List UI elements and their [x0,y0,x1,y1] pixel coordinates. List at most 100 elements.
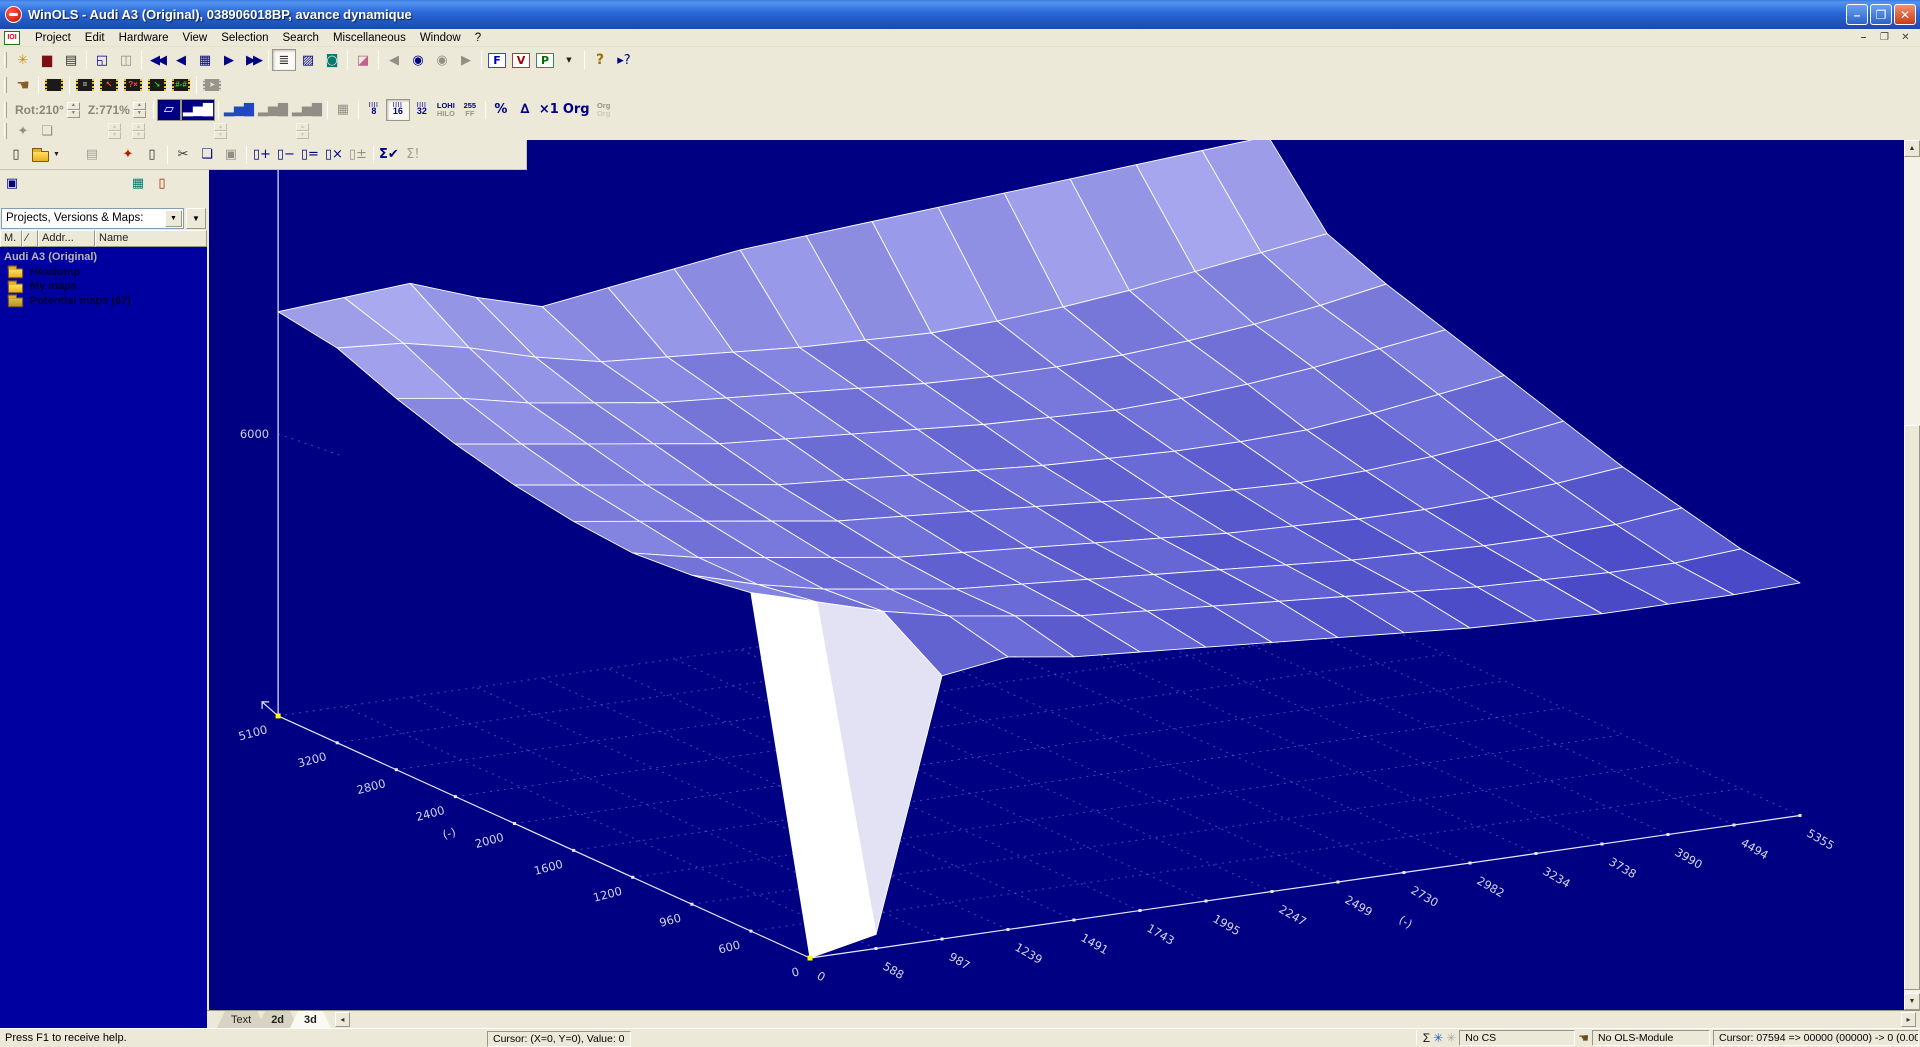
tree-item-my-maps[interactable]: My maps [0,279,207,294]
factor-view-button[interactable]: ×1 [537,99,561,121]
tab-3d[interactable]: 3d [290,1011,331,1028]
panel-options-button[interactable]: ▼ [186,208,206,229]
map-goto-button[interactable]: ➤ [200,74,224,96]
view-surface-button[interactable]: ▱ [157,99,181,121]
scrollbar-thumb[interactable] [1904,425,1920,990]
panel-selector[interactable]: Projects, Versions & Maps: ▼ [1,208,184,229]
spin-down-icon[interactable]: ▼ [67,110,80,118]
show-dropdown-button[interactable]: ▼ [557,49,581,71]
show-functions-button[interactable]: F [485,49,509,71]
original-compare-button[interactable]: OrgOrg [592,99,616,121]
map-3d-view[interactable]: 600006009601200160020002400280032005100(… [209,140,1904,1010]
menu-view[interactable]: View [175,31,214,45]
drag-map-button[interactable]: ☚ [11,74,35,96]
insert-add-button[interactable]: ▯+ [250,144,274,166]
percent-view-button[interactable]: % [489,99,513,121]
export-data-button[interactable]: ▯ [140,144,164,166]
map-compare-button[interactable]: = [73,74,97,96]
tree-item-hexdump[interactable]: Hexdump [0,265,207,280]
open-version-button[interactable]: ▼ [30,144,62,166]
toolbar-grip[interactable] [4,102,7,118]
surface-mesh[interactable] [278,140,1800,958]
depth-8-button[interactable]: ||||8 [362,99,386,121]
tab-scroll-left-icon[interactable]: ◂ [335,1012,350,1027]
mdi-restore-button[interactable]: ❐ [1876,31,1893,45]
spin-up-icon[interactable]: ▲ [133,102,146,110]
toolbar-grip[interactable] [4,123,7,139]
map-overview-button[interactable] [42,74,66,96]
recycle-bin-button[interactable]: ◙ [320,49,344,71]
vertical-scrollbar[interactable]: ▲ ▼ [1904,140,1920,1010]
menu-search[interactable]: Search [276,31,326,45]
delta-view-button[interactable]: ∆ [513,99,537,121]
open-project-button[interactable]: ▆ [35,49,59,71]
tree-item-potential-maps-67-[interactable]: Potential maps (67) [0,294,207,309]
map-wizard-button[interactable]: ▂▅▇ [222,99,256,121]
depth-16-button[interactable]: ||||16 [386,99,410,121]
menu-miscellaneous[interactable]: Miscellaneous [326,31,413,45]
window-properties-button[interactable]: ◱ [90,49,114,71]
new-version-button[interactable]: ▯ [2,144,30,166]
show-parameters-button[interactable]: P [533,49,557,71]
last-version-button[interactable]: ▶▶ [241,49,265,71]
menu-hardware[interactable]: Hardware [112,31,176,45]
menu-[interactable]: ? [468,31,488,45]
close-button[interactable]: ✕ [1894,4,1916,25]
menu-project[interactable]: Project [28,31,78,45]
save-version-button[interactable]: ▣ [0,172,24,194]
previous-map-button[interactable]: ↖ [97,74,121,96]
restore-button[interactable]: ❐ [1870,4,1892,25]
edit-window-button[interactable]: ▨ [296,49,320,71]
mdi-minimize-button[interactable]: – [1855,31,1872,45]
column-header-[interactable]: ∕ [22,230,38,247]
context-help-button[interactable]: ▸? [612,49,636,71]
zoom-control[interactable]: Z:771%▲▼ [88,102,146,118]
next-version-button[interactable]: ▶ [217,49,241,71]
print-button[interactable]: ▤ [59,49,83,71]
byte-order-button[interactable]: LOHIHILO [434,99,458,121]
tab-text[interactable]: Text [217,1011,265,1028]
view-bars-button[interactable]: ▂▅▇ [181,99,215,121]
toolbar-grip[interactable] [4,77,7,93]
previous-version-button[interactable]: ◀ [169,49,193,71]
help-button[interactable]: ? [588,49,612,71]
import-data-button[interactable]: ✦ [116,144,140,166]
next-map-button[interactable]: ↘ [145,74,169,96]
scroll-down-icon[interactable]: ▼ [1904,993,1920,1010]
search-button[interactable]: ◉ [406,49,430,71]
rotation-control[interactable]: Rot:210°▲▼ [15,102,80,118]
menu-selection[interactable]: Selection [214,31,275,45]
tree-item-audi-a3-original-[interactable]: Audi A3 (Original) [0,250,207,265]
version-overview-button[interactable]: ▦ [193,49,217,71]
value-base-button[interactable]: 255FF [458,99,482,121]
spin-up-icon[interactable]: ▲ [67,102,80,110]
mdi-child-icon[interactable]: IOI [4,31,20,45]
minimize-button[interactable]: – [1846,4,1868,25]
version-list-button[interactable]: ≣ [272,49,296,71]
column-header-m[interactable]: M. [0,230,22,247]
import-wizard-button[interactable]: ✳ [11,49,35,71]
insert-subtract-button[interactable]: ▯− [274,144,298,166]
first-version-button[interactable]: ◀◀ [145,49,169,71]
tab-scroll-right-icon[interactable]: ▸ [1901,1012,1916,1027]
depth-32-button[interactable]: ||||32 [410,99,434,121]
toolbar-grip[interactable] [4,52,7,68]
eraser-button[interactable]: ◪ [351,49,375,71]
menu-edit[interactable]: Edit [78,31,112,45]
insert-equal-button[interactable]: ▯= [298,144,322,166]
map-number-button[interactable]: #-# [169,74,193,96]
map-search-button[interactable]: ?× [121,74,145,96]
column-header-addr[interactable]: Addr... [38,230,95,247]
insert-multiply-button[interactable]: ▯× [322,144,346,166]
winols-app-icon[interactable] [5,6,22,23]
show-variables-button[interactable]: V [509,49,533,71]
column-header-name[interactable]: Name [95,230,207,247]
mdi-close-button[interactable]: ✕ [1897,31,1914,45]
original-view-button[interactable]: Org [561,99,592,121]
surface-plot[interactable]: 600006009601200160020002400280032005100(… [209,140,1904,1010]
chevron-down-icon[interactable]: ▼ [53,151,60,158]
menu-window[interactable]: Window [413,31,468,45]
export-image-button[interactable]: ▦ [126,172,150,194]
spin-down-icon[interactable]: ▼ [133,110,146,118]
cut-button[interactable]: ✂ [171,144,195,166]
